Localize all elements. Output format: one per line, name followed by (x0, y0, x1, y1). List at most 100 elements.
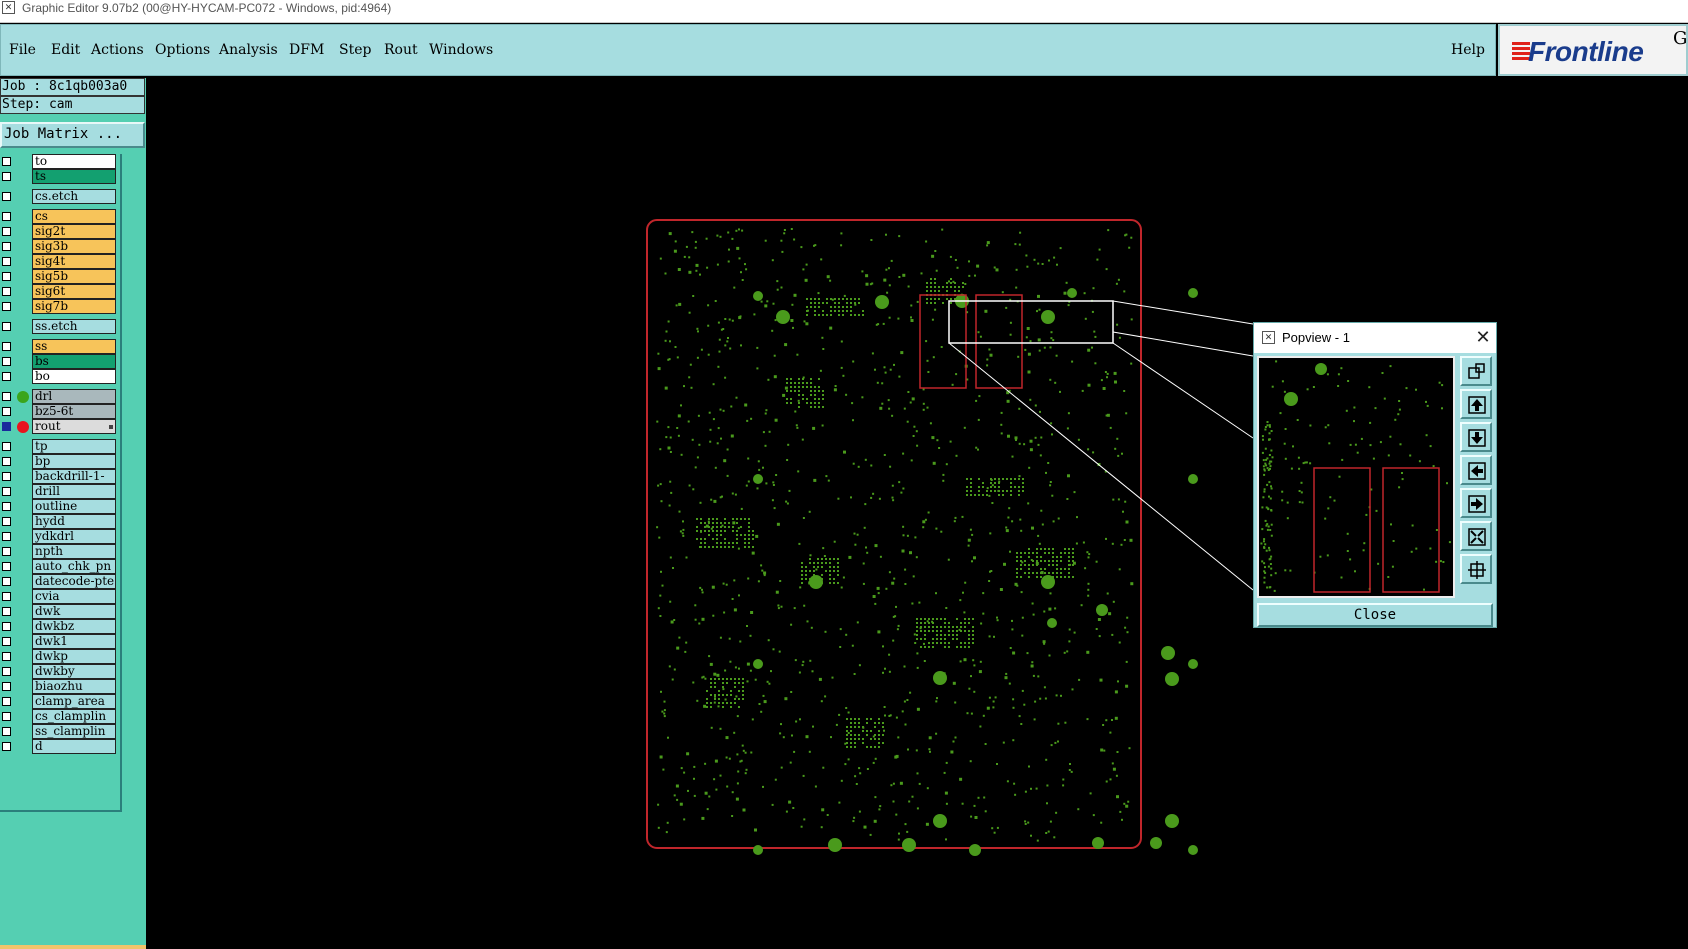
pan-right-button[interactable] (1460, 488, 1492, 518)
layer-checkbox[interactable] (2, 372, 11, 381)
layer-color-dot-icon[interactable] (17, 421, 29, 433)
layer-checkbox[interactable] (2, 652, 11, 661)
layer-row-bs[interactable]: bs (0, 354, 118, 369)
layer-name[interactable]: sig6t (32, 284, 116, 299)
layer-name[interactable]: cs_clamplin (32, 709, 116, 724)
layer-name[interactable]: auto_chk_pn (32, 559, 116, 574)
layer-row-bo[interactable]: bo (0, 369, 118, 384)
layer-checkbox[interactable] (2, 257, 11, 266)
pan-down-button[interactable] (1460, 422, 1492, 452)
layer-checkbox[interactable] (2, 622, 11, 631)
layer-row-biaozhu[interactable]: biaozhu (0, 679, 118, 694)
layer-name[interactable]: dwkby (32, 664, 116, 679)
menu-edit[interactable]: Edit (51, 42, 80, 58)
layer-row-rout[interactable]: rout (0, 419, 118, 434)
layer-row-ss[interactable]: ss (0, 339, 118, 354)
layer-name[interactable]: sig7b (32, 299, 116, 314)
layer-color-dot-icon[interactable] (17, 391, 29, 403)
layer-checkbox[interactable] (2, 172, 11, 181)
layer-checkbox[interactable] (2, 637, 11, 646)
layer-checkbox[interactable] (2, 487, 11, 496)
layer-checkbox[interactable] (2, 592, 11, 601)
layer-checkbox[interactable] (2, 457, 11, 466)
layer-checkbox[interactable] (2, 472, 11, 481)
layer-name[interactable]: bo (32, 369, 116, 384)
layer-checkbox[interactable] (2, 697, 11, 706)
layer-row-to[interactable]: to (0, 154, 118, 169)
layer-name[interactable]: ydkdrl (32, 529, 116, 544)
layer-checkbox[interactable] (2, 212, 11, 221)
pan-left-button[interactable] (1460, 455, 1492, 485)
layer-row-sig6t[interactable]: sig6t (0, 284, 118, 299)
layer-row-drl[interactable]: drl (0, 389, 118, 404)
layer-row-sig3b[interactable]: sig3b (0, 239, 118, 254)
layer-name[interactable]: cvia (32, 589, 116, 604)
layer-name[interactable]: sig5b (32, 269, 116, 284)
layer-row-sig5b[interactable]: sig5b (0, 269, 118, 284)
layer-row-outline[interactable]: outline (0, 499, 118, 514)
menu-windows[interactable]: Windows (429, 42, 493, 58)
layer-name[interactable]: clamp_area (32, 694, 116, 709)
layer-name[interactable]: dwk1 (32, 634, 116, 649)
layer-name[interactable]: ts (32, 169, 116, 184)
layer-row-ts[interactable]: ts (0, 169, 118, 184)
layer-checkbox[interactable] (2, 712, 11, 721)
layer-row-npth[interactable]: npth (0, 544, 118, 559)
layer-row-sig2t[interactable]: sig2t (0, 224, 118, 239)
menu-rout[interactable]: Rout (384, 42, 418, 58)
menu-analysis[interactable]: Analysis (219, 42, 278, 58)
layer-row-cs[interactable]: cs (0, 209, 118, 224)
job-matrix-button[interactable]: Job Matrix ... (0, 122, 145, 148)
layer-checkbox[interactable] (2, 302, 11, 311)
layer-name[interactable]: bp (32, 454, 116, 469)
layer-checkbox[interactable] (2, 562, 11, 571)
layer-name[interactable]: sig4t (32, 254, 116, 269)
close-button[interactable]: Close (1257, 603, 1493, 627)
layer-checkbox[interactable] (2, 272, 11, 281)
layer-row-dwk[interactable]: dwk (0, 604, 118, 619)
zoom-window-button[interactable] (1460, 356, 1492, 386)
layer-row-cvia[interactable]: cvia (0, 589, 118, 604)
layer-name[interactable]: cs (32, 209, 116, 224)
layer-name[interactable]: bs (32, 354, 116, 369)
layer-row-hydd[interactable]: hydd (0, 514, 118, 529)
layer-checkbox[interactable] (2, 287, 11, 296)
layer-row-ss-clamplin[interactable]: ss_clamplin (0, 724, 118, 739)
layer-row-dwkby[interactable]: dwkby (0, 664, 118, 679)
close-icon[interactable]: ✕ (1474, 327, 1492, 347)
layer-row-d[interactable]: d (0, 739, 118, 754)
layer-row-clamp-area[interactable]: clamp_area (0, 694, 118, 709)
layer-name[interactable]: datecode-pte (32, 574, 116, 589)
menu-actions[interactable]: Actions (91, 42, 144, 58)
layer-row-cs-etch[interactable]: cs.etch (0, 189, 118, 204)
layer-name[interactable]: rout (32, 419, 116, 434)
layer-checkbox[interactable] (2, 682, 11, 691)
layer-name[interactable]: cs.etch (32, 189, 116, 204)
layer-row-dwk1[interactable]: dwk1 (0, 634, 118, 649)
layer-name[interactable]: ss.etch (32, 319, 116, 334)
pan-up-button[interactable] (1460, 389, 1492, 419)
layer-name[interactable]: dwkp (32, 649, 116, 664)
layer-checkbox[interactable] (2, 532, 11, 541)
layer-checkbox[interactable] (2, 742, 11, 751)
layer-name[interactable]: dwk (32, 604, 116, 619)
layer-row-cs-clamplin[interactable]: cs_clamplin (0, 709, 118, 724)
layer-row-tp[interactable]: tp (0, 439, 118, 454)
zoom-fit-button[interactable] (1460, 554, 1492, 584)
layer-checkbox[interactable] (2, 547, 11, 556)
layer-name[interactable]: outline (32, 499, 116, 514)
layer-name[interactable]: tp (32, 439, 116, 454)
layer-name[interactable]: dwkbz (32, 619, 116, 634)
layer-name[interactable]: backdrill-1- (32, 469, 116, 484)
layer-row-sig7b[interactable]: sig7b (0, 299, 118, 314)
menu-dfm[interactable]: DFM (289, 42, 324, 58)
layer-row-bz5-6t[interactable]: bz5-6t (0, 404, 118, 419)
layer-checkbox[interactable] (2, 517, 11, 526)
layer-checkbox[interactable] (2, 242, 11, 251)
layer-checkbox[interactable] (2, 157, 11, 166)
layer-name[interactable]: drl (32, 389, 116, 404)
layer-name[interactable]: npth (32, 544, 116, 559)
popview-canvas[interactable] (1257, 356, 1455, 598)
layer-name[interactable]: d (32, 739, 116, 754)
layer-name[interactable]: sig3b (32, 239, 116, 254)
